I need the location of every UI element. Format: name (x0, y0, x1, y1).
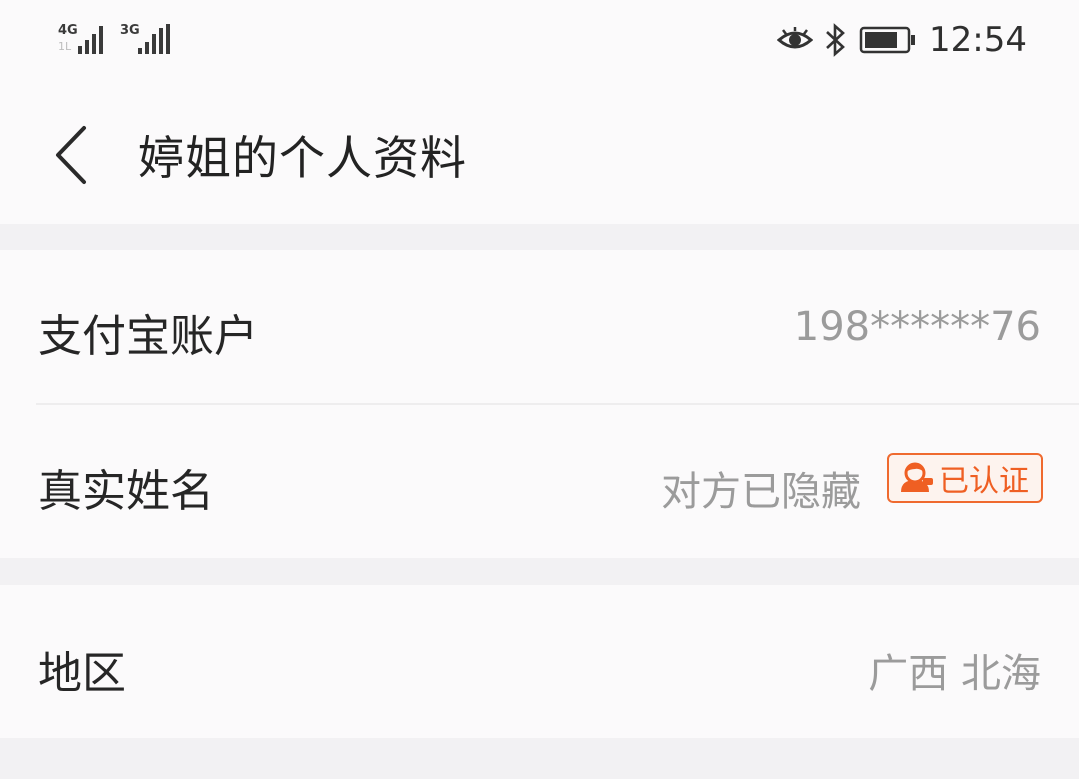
alipay-account-value: 198******76 (793, 304, 1041, 350)
page-title: 婷姐的个人资料 (138, 131, 467, 185)
clock: 12:54 (929, 20, 1027, 60)
verified-badge: 已认证 (887, 453, 1043, 503)
real-name-row[interactable]: 真实姓名 对方已隐藏 已认证 (0, 405, 1079, 558)
svg-text:3G: 3G (120, 23, 140, 38)
chevron-left-icon (56, 126, 86, 184)
region-label: 地区 (38, 648, 126, 699)
alipay-account-row[interactable]: 支付宝账户 198******76 (0, 250, 1079, 404)
verified-badge-label: 已认证 (939, 464, 1029, 499)
nav-bar: 婷姐的个人资料 (0, 82, 1079, 224)
region-row[interactable]: 地区 广西 北海 (0, 585, 1079, 738)
battery-icon (859, 26, 916, 54)
eye-icon (777, 27, 814, 49)
real-name-label: 真实姓名 (38, 466, 214, 517)
status-bar: 4G 1L 3G 12:54 (0, 0, 1079, 82)
real-name-value: 对方已隐藏 (661, 469, 861, 515)
region-value: 广西 北海 (868, 651, 1041, 697)
verified-person-icon (901, 462, 933, 492)
account-card: 支付宝账户 198******76 真实姓名 对方已隐藏 已认证 (0, 250, 1079, 558)
signal-strength-icon: 4G 1L (58, 23, 103, 54)
status-icons: 12:54 (777, 20, 1027, 60)
bluetooth-icon (826, 23, 845, 57)
svg-text:4G: 4G (58, 23, 78, 38)
signal-3g: 3G (120, 20, 174, 60)
signal-4g: 4G 1L (58, 20, 112, 60)
signal-strength-icon: 3G (120, 23, 170, 54)
back-button[interactable] (40, 120, 100, 190)
svg-text:1L: 1L (58, 40, 72, 53)
region-card: 地区 广西 北海 (0, 585, 1079, 738)
alipay-account-label: 支付宝账户 (38, 311, 258, 362)
